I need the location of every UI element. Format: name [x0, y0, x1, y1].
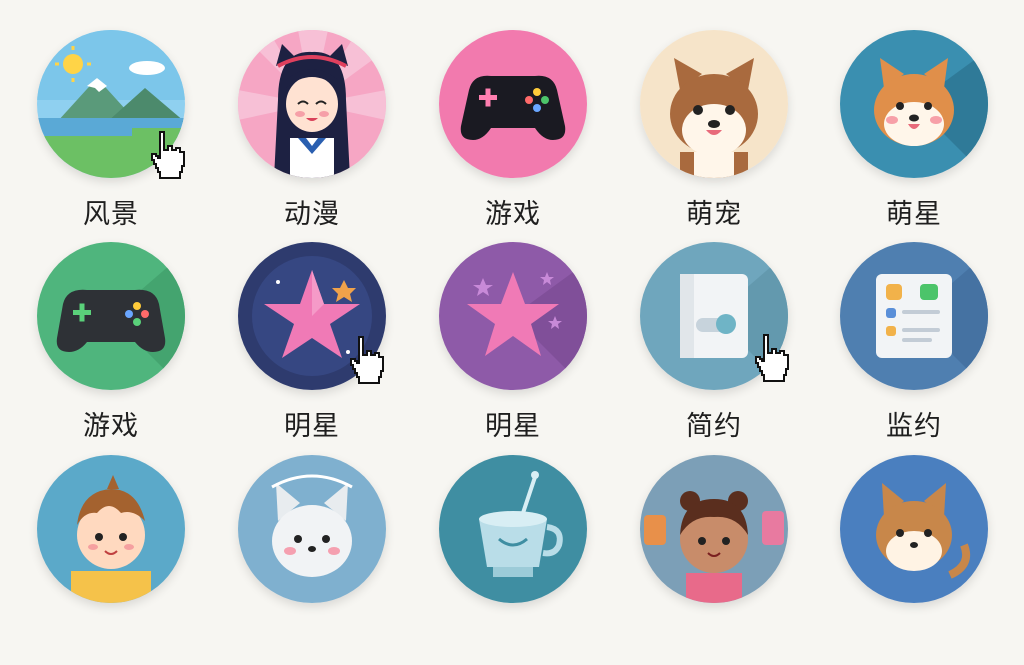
cat-icon [238, 455, 386, 603]
boy-icon [37, 455, 185, 603]
category-pets[interactable]: 萌宠 [634, 30, 794, 240]
star-icon [439, 242, 587, 390]
category-label: 简约 [686, 411, 742, 442]
category-cat-2[interactable] [834, 455, 994, 665]
shiba-dog-icon [840, 30, 988, 178]
category-stars-2[interactable]: 明星 [433, 242, 593, 452]
category-label: 明星 [284, 411, 340, 442]
gamepad-icon [439, 30, 587, 178]
category-anime[interactable]: 动漫 [232, 30, 392, 240]
landscape-icon [37, 30, 185, 178]
category-grid: 风景 动漫 游戏 萌宠 萌星 游戏 明星 明星 简约 监约 [0, 0, 1024, 603]
cat-icon [840, 455, 988, 603]
category-stars[interactable]: 明星 [232, 242, 392, 452]
category-landscape[interactable]: 风景 [31, 30, 191, 240]
category-label: 明星 [485, 411, 541, 442]
category-label: 风景 [83, 199, 139, 230]
anime-girl-icon [238, 30, 386, 178]
category-boy[interactable] [31, 455, 191, 665]
category-label: 萌宠 [686, 199, 742, 230]
category-girl[interactable] [634, 455, 794, 665]
dashboard-icon [840, 242, 988, 390]
category-dashboard[interactable]: 监约 [834, 242, 994, 452]
star-icon [238, 242, 386, 390]
category-label: 监约 [886, 411, 942, 442]
shiba-dog-icon [640, 30, 788, 178]
cup-icon [439, 455, 587, 603]
category-cup[interactable] [433, 455, 593, 665]
category-label: 动漫 [284, 199, 340, 230]
minimal-card-icon [640, 242, 788, 390]
category-cat[interactable] [232, 455, 392, 665]
gamepad-icon [37, 242, 185, 390]
category-label: 萌星 [886, 199, 942, 230]
girl-icon [640, 455, 788, 603]
category-label: 游戏 [485, 199, 541, 230]
category-label: 游戏 [83, 411, 139, 442]
category-minimal[interactable]: 简约 [634, 242, 794, 452]
category-game-2[interactable]: 游戏 [31, 242, 191, 452]
category-pets-2[interactable]: 萌星 [834, 30, 994, 240]
category-game[interactable]: 游戏 [433, 30, 593, 240]
